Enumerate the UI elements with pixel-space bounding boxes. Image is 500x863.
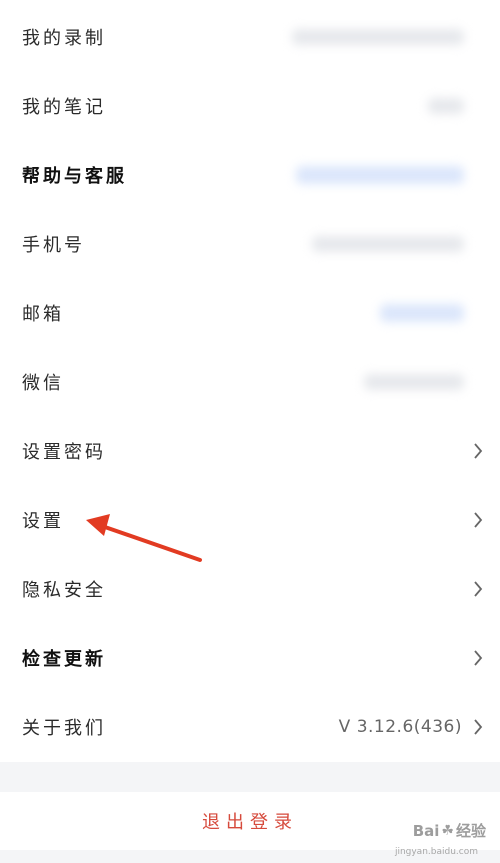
- row-set-password[interactable]: 设置密码: [0, 416, 500, 485]
- blurred-value: [312, 235, 464, 252]
- row-label: 帮助与客服: [22, 165, 127, 187]
- watermark-brand-left: Bai: [412, 821, 440, 840]
- row-label: 微信: [22, 372, 64, 394]
- row-label: 我的录制: [22, 27, 106, 49]
- row-label: 关于我们: [22, 717, 106, 739]
- row-privacy-security[interactable]: 隐私安全: [0, 554, 500, 623]
- chevron-right-icon: [470, 649, 486, 666]
- chevron-right-icon: [470, 718, 486, 735]
- row-label: 设置: [22, 510, 64, 532]
- row-my-notes[interactable]: 我的笔记: [0, 71, 500, 140]
- annotation-arrow-icon: [86, 514, 202, 562]
- blurred-value: [292, 28, 464, 45]
- blurred-value: [428, 97, 464, 114]
- paw-icon: ☘: [441, 822, 454, 839]
- row-help-support[interactable]: 帮助与客服: [0, 140, 500, 209]
- version-text: V 3.12.6(436): [338, 716, 462, 737]
- row-label: 我的笔记: [22, 96, 106, 118]
- blurred-value: [364, 373, 464, 390]
- row-label: 设置密码: [22, 441, 106, 463]
- row-about-us[interactable]: 关于我们 V 3.12.6(436): [0, 692, 500, 761]
- section-gap: [0, 762, 500, 792]
- chevron-right-icon: [470, 442, 486, 459]
- row-settings[interactable]: 设置: [0, 485, 500, 554]
- row-wechat[interactable]: 微信: [0, 347, 500, 416]
- watermark-logo: Bai ☘ 经验: [413, 820, 486, 841]
- row-label: 手机号: [22, 234, 85, 256]
- row-label: 检查更新: [22, 648, 106, 670]
- chevron-right-icon: [470, 580, 486, 597]
- row-my-recordings[interactable]: 我的录制: [0, 2, 500, 71]
- chevron-right-icon: [470, 511, 486, 528]
- logout-label: 退出登录: [202, 812, 298, 833]
- watermark-brand-right: 经验: [455, 822, 486, 840]
- watermark-url: jingyan.baidu.com: [394, 847, 478, 857]
- row-check-update[interactable]: 检查更新: [0, 623, 500, 692]
- blurred-value: [380, 303, 464, 322]
- row-label: 隐私安全: [22, 579, 106, 601]
- settings-list: 我的录制 我的笔记 帮助与客服 手机号 邮箱 微信 设置密码 设置 隐私安全 检…: [0, 0, 500, 762]
- blurred-value: [296, 165, 464, 184]
- row-label: 邮箱: [22, 303, 64, 325]
- row-phone[interactable]: 手机号: [0, 209, 500, 278]
- row-email[interactable]: 邮箱: [0, 278, 500, 347]
